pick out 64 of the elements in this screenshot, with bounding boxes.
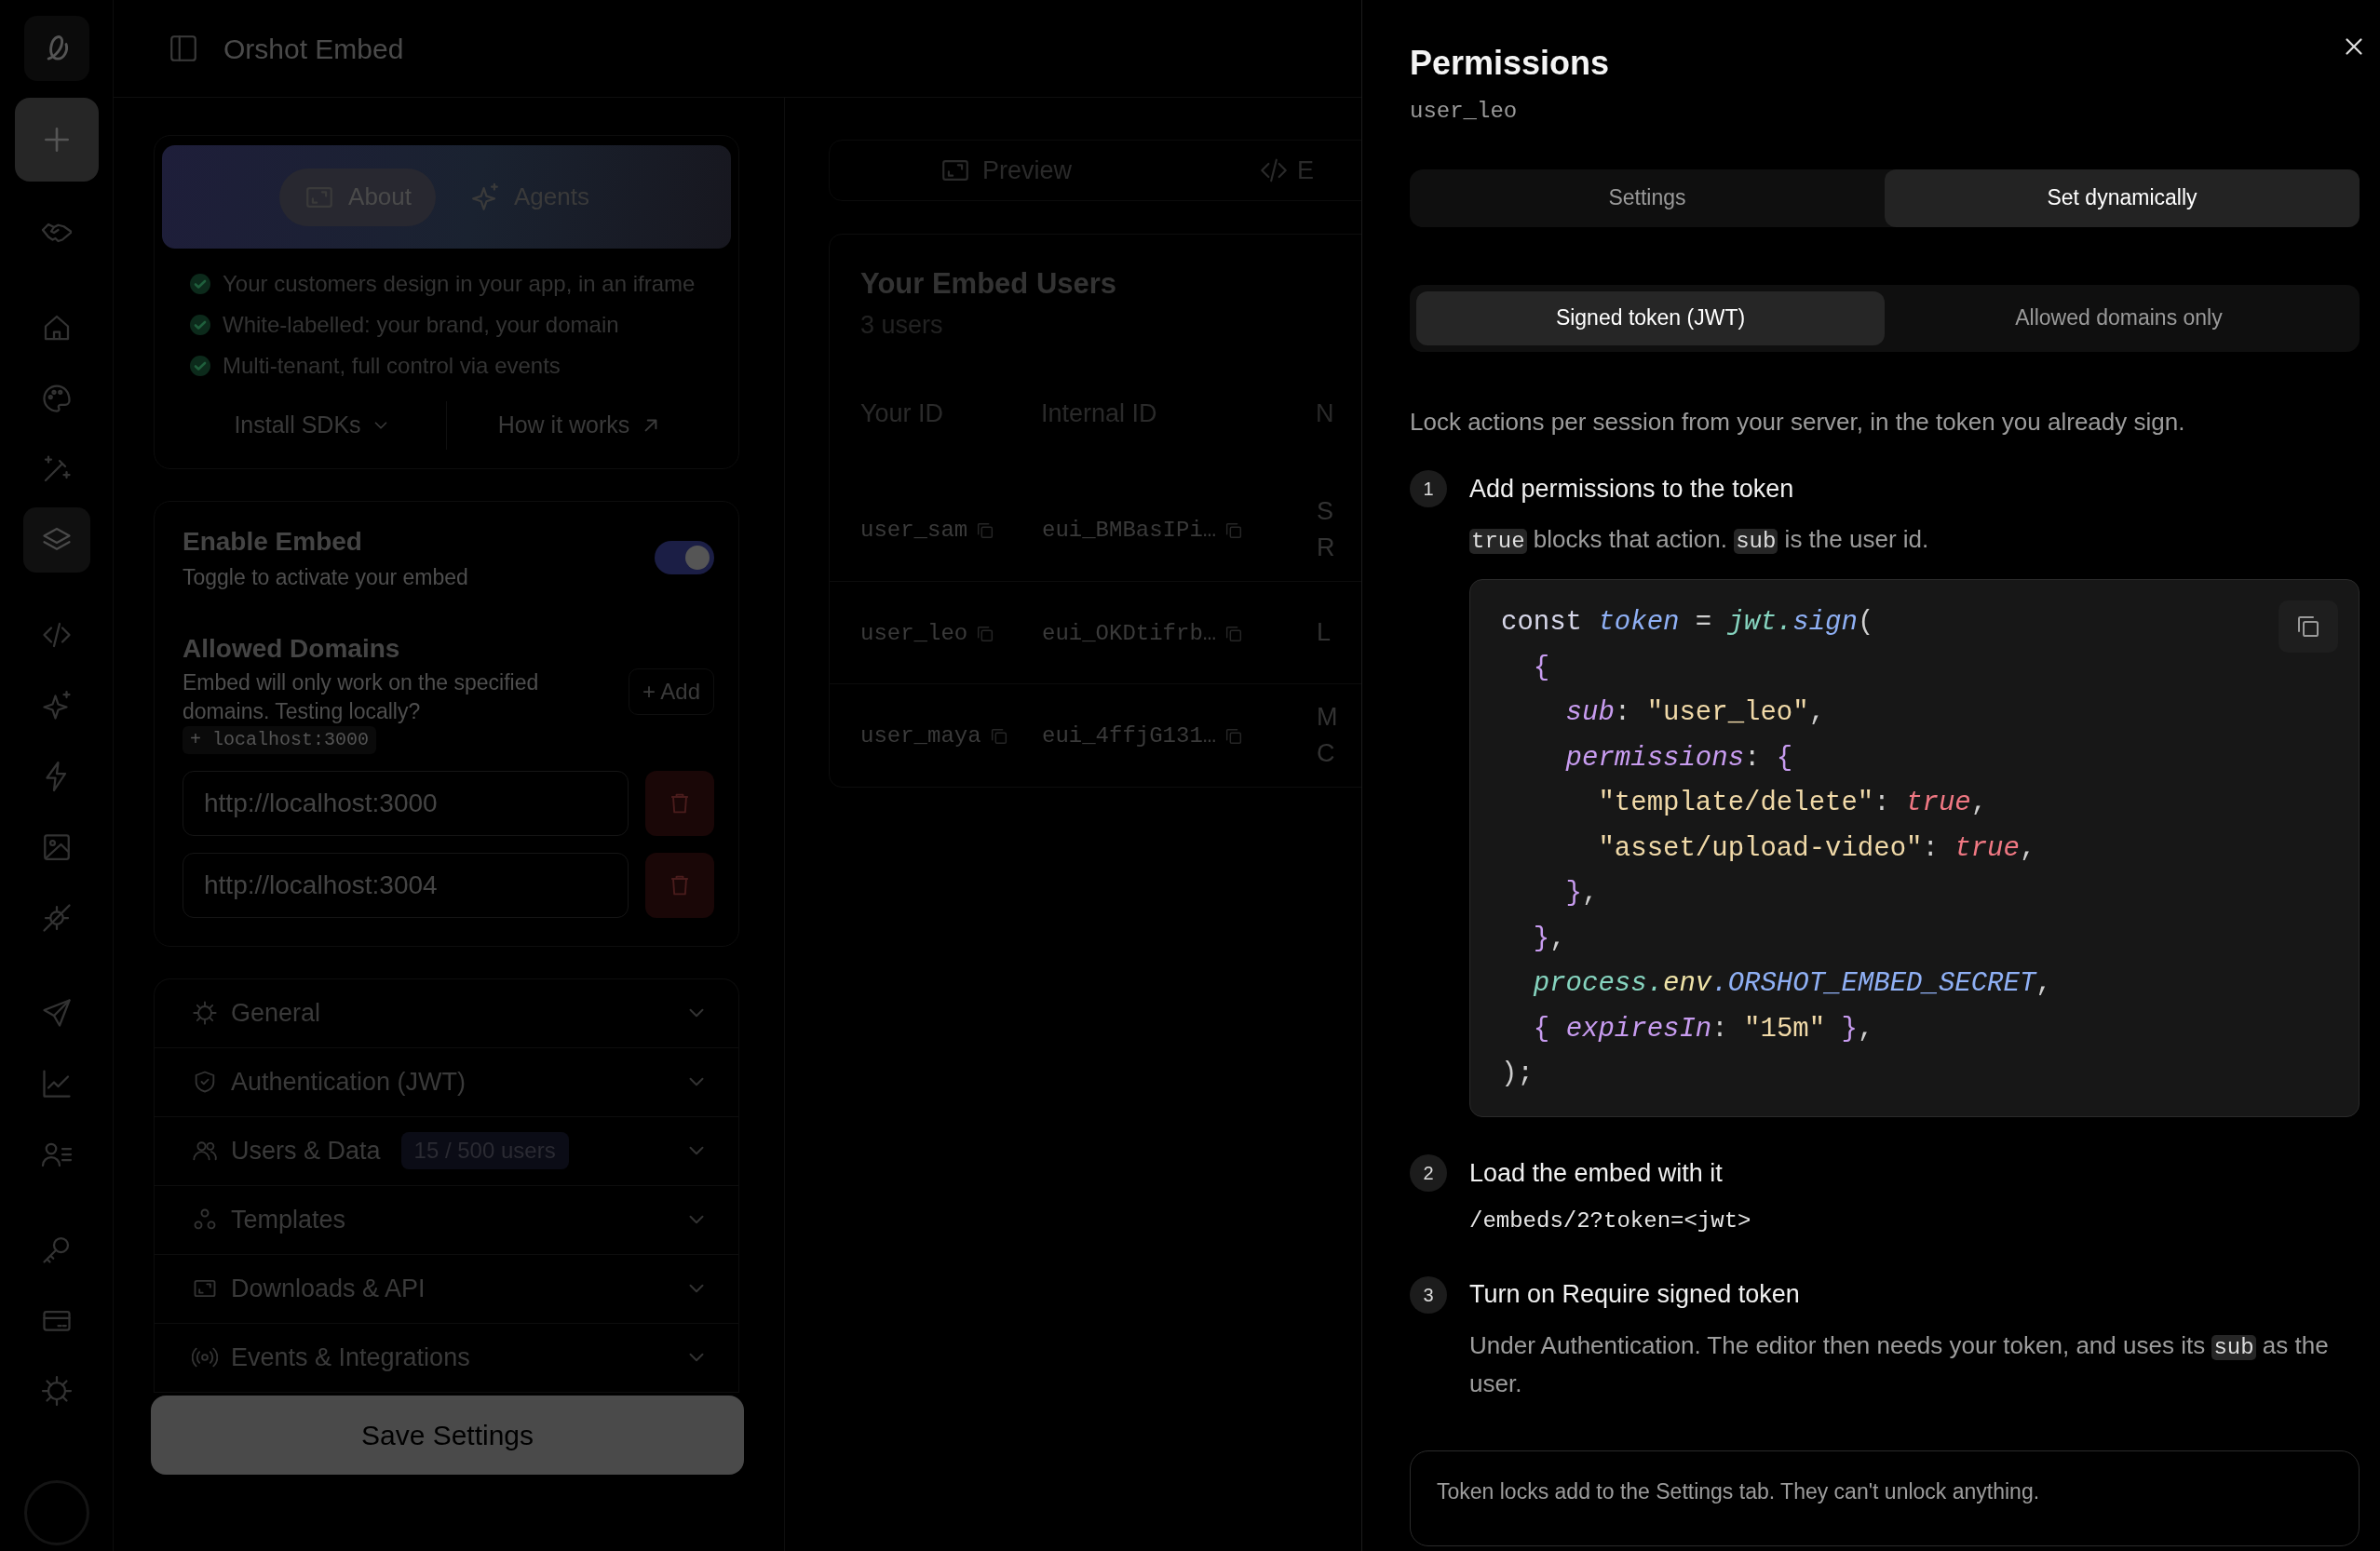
save-button[interactable]: Save Settings [151,1395,744,1475]
dropdown-button[interactable]: Install SDKs [179,401,446,450]
settings-icon [39,1374,74,1408]
info-note: Token locks add to the Settings tab. They can't unlock anything. [1410,1450,2360,1546]
tab[interactable]: Allowed domains only [1885,290,2353,345]
drawer-title: Permissions [1410,45,1611,82]
code-line: permissions: { [1564,741,1794,776]
settings-icon [192,1000,218,1027]
sparkle-icon [469,181,501,213]
link[interactable]: How it works [447,401,714,450]
delete-button[interactable] [645,770,714,836]
step-title: Add permissions to the token [1469,473,1794,505]
step-number: 3 [1410,1275,1447,1314]
accordion-header[interactable]: General [155,978,738,1048]
user-id: user_leo [1410,97,1519,126]
code-line: process.env.ORSHOT_EMBED_SECRET, [1532,967,2053,1002]
sidebar-toggle-icon [168,33,199,64]
page-title: Orshot Embed [223,32,404,66]
domain-field[interactable]: http://localhost:3004 [183,852,629,918]
step-title: Load the embed with it [1469,1157,1723,1189]
tab[interactable]: Signed token (JWT) [1416,290,1885,345]
check-icon [189,314,211,336]
code-line: "template/delete": true, [1597,787,1989,821]
accordion-header[interactable]: Downloads & API [155,1254,738,1324]
table-cell-text: user_maya [860,722,981,750]
description: Lock actions per session from your server, in the token you already sign. [1410,406,2186,438]
table-cell-text: eui_OKDtifrb… [1042,619,1217,648]
code-line: { [1532,651,1551,685]
nav-button[interactable] [22,507,90,573]
check-icon [189,355,211,377]
new-button[interactable] [14,98,99,182]
setting-description: Embed will only work on the specified domains. Testing locally? [183,668,540,725]
setting-title: Enable Embed [183,526,363,558]
code-line: "asset/upload-video": true, [1597,831,2037,866]
tab[interactable]: Settings [1410,169,1885,227]
step-number: 1 [1410,469,1447,507]
step-description: Under Authentication. The editor then needs your token, and uses its sub as the user. [1469,1329,2330,1399]
setting-description: Toggle to activate your embed [183,564,468,591]
toggle-switch[interactable] [655,541,714,575]
url-path: /embeds/2?token=<jwt> [1469,1207,1752,1236]
domain-field[interactable]: http://localhost:3000 [183,770,629,836]
accordion-header[interactable]: Templates [155,1185,738,1255]
delete-button[interactable] [645,852,714,918]
step-number: 2 [1410,1154,1447,1193]
code-line: }, [1532,922,1567,956]
table-cell-text: user_leo [860,619,968,648]
table-cell-text: user_sam [860,517,968,546]
step-description: true blocks that action. sub is the user id. [1469,524,1930,557]
copy-button[interactable] [2279,600,2338,654]
setting-title: Allowed Domains [183,632,401,665]
step-title: Turn on Require signed token [1469,1279,1800,1311]
check-icon [189,273,211,295]
code-line: }, [1564,877,1600,911]
suggestion-link[interactable]: + localhost:3000 [183,725,377,754]
code-line: { expiresIn: "15m" }, [1532,1012,1875,1046]
table-cell-text: eui_4ffjG131… [1042,722,1217,750]
accordion-header[interactable]: Events & Integrations [155,1323,738,1393]
code-line: ); [1501,1058,1535,1092]
code-line: sub: "user_leo", [1564,696,1827,731]
table-cell-text: eui_BMBasIPi… [1042,517,1217,546]
add-button[interactable]: + Add [628,668,714,715]
tab[interactable]: Set dynamically [1885,169,2360,227]
accordion-header[interactable]: Authentication (JWT) [155,1047,738,1117]
code-line: const token = jwt.sign( [1501,606,1875,641]
